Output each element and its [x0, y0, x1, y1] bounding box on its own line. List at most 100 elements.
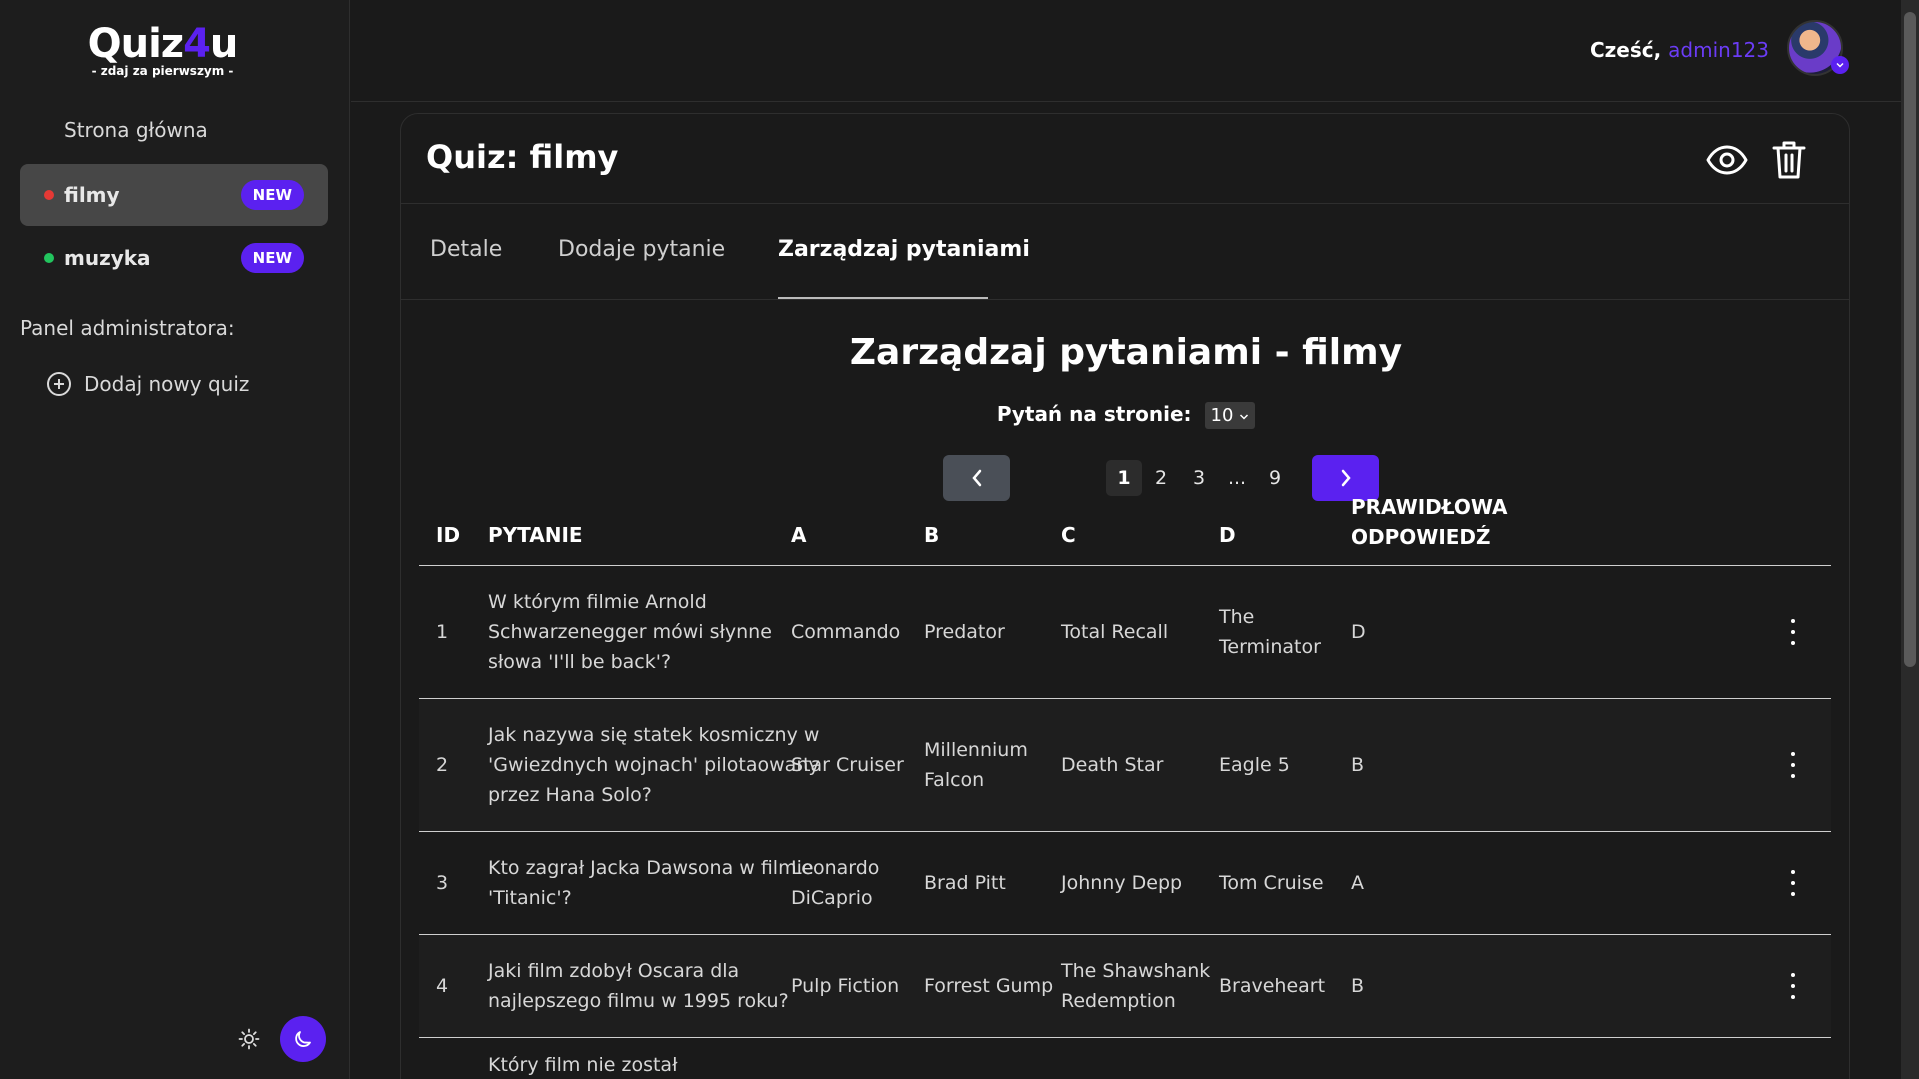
chevron-right-icon	[1341, 469, 1351, 487]
tab-add-question[interactable]: Dodaje pytanie	[558, 237, 725, 262]
cell-correct: B	[1351, 754, 1365, 776]
cell-question: Który film nie został	[488, 1054, 678, 1076]
page-number[interactable]: 3	[1180, 467, 1218, 489]
card-actions	[1705, 138, 1809, 182]
page-number[interactable]: 9	[1256, 467, 1294, 489]
eye-icon[interactable]	[1705, 142, 1749, 178]
section-title: Zarządzaj pytaniami - filmy	[849, 332, 1403, 373]
chevron-down-icon	[1240, 414, 1249, 420]
cell-answer-d: Tom Cruise	[1219, 872, 1324, 894]
cell-answer-b: Forrest Gump	[924, 975, 1054, 997]
chevron-left-icon	[971, 469, 981, 487]
cell-answer-a: Star Cruiser	[791, 754, 904, 776]
col-header-c: C	[1061, 523, 1076, 547]
col-header-question: PYTANIE	[488, 523, 583, 547]
cell-question: Kto zagrał Jacka Dawsona w filmie 'Titani…	[488, 857, 814, 909]
add-quiz-link[interactable]: Dodaj nowy quiz	[46, 371, 249, 397]
tab-details[interactable]: Detale	[430, 237, 502, 262]
admin-panel-heading: Panel administratora:	[20, 316, 235, 340]
cell-correct: A	[1351, 872, 1364, 894]
page-number[interactable]: 1	[1106, 460, 1142, 496]
quiz-card: Quiz: filmy Detale Dodaje pytanie Zarząd…	[400, 113, 1850, 1079]
nav-home-link[interactable]: Strona główna	[64, 118, 208, 142]
table-row[interactable]: Który film nie został	[419, 1038, 1831, 1079]
sidebar-item-label: filmy	[64, 183, 120, 207]
table-row[interactable]: 4 Jaki film zdobył Oscara dla najlepszego …	[419, 935, 1831, 1038]
tab-manage-questions[interactable]: Zarządzaj pytaniami	[778, 237, 1030, 262]
cell-answer-a: Commando	[791, 621, 901, 643]
cell-id: 3	[436, 872, 449, 894]
table-body: 1 W którym filmie Arnold Schwarzenegger mó…	[419, 566, 1831, 1079]
top-bar: Cześć, admin123	[351, 0, 1919, 102]
trash-icon[interactable]	[1769, 138, 1809, 182]
page-title: Quiz: filmy	[426, 138, 619, 176]
cell-answer-c: Death Star	[1061, 754, 1164, 776]
status-dot	[44, 253, 54, 263]
moon-icon[interactable]	[280, 1016, 326, 1062]
page-ellipsis: ...	[1227, 467, 1247, 489]
sun-icon[interactable]	[236, 1026, 262, 1052]
sidebar: Quiz4u - zdaj za pierwszym - Strona głów…	[0, 0, 350, 1079]
kebab-menu-icon[interactable]	[1783, 752, 1803, 778]
sidebar-item-muzyka[interactable]: muzyka NEW	[20, 227, 328, 289]
logo-tagline: - zdaj za pierwszym -	[91, 64, 234, 78]
per-page-value: 10	[1210, 405, 1234, 426]
cell-answer-b: Predator	[924, 621, 1005, 643]
page-number[interactable]: 2	[1142, 467, 1180, 489]
table-header: ID PYTANIE A B C D PRAWIDŁOWA ODPOWIEDŹ	[419, 495, 1831, 566]
per-page-label: Pytań na stronie:	[996, 402, 1192, 426]
cell-correct: B	[1351, 975, 1365, 997]
col-header-a: A	[791, 523, 807, 547]
cell-id: 2	[436, 754, 449, 776]
status-dot	[44, 190, 54, 200]
cell-answer-d: Eagle 5	[1219, 754, 1290, 776]
sidebar-item-label: muzyka	[64, 246, 151, 270]
tab-bar: Detale Dodaje pytanie Zarządzaj pytaniam…	[401, 204, 1849, 300]
logo[interactable]: Quiz4u - zdaj za pierwszym -	[0, 22, 325, 78]
table-row[interactable]: 1 W którym filmie Arnold Schwarzenegger mó…	[419, 566, 1831, 699]
card-header: Quiz: filmy	[401, 114, 1849, 204]
cell-question: Jak nazywa się statek kosmiczny w 'Gwiezd…	[488, 724, 820, 806]
cell-question: W którym filmie Arnold Schwarzenegger mów…	[488, 591, 772, 673]
chevron-down-icon[interactable]	[1831, 56, 1849, 74]
col-header-b: B	[924, 523, 940, 547]
per-page-select[interactable]: 10	[1204, 402, 1256, 429]
per-page-control: Pytań na stronie: 10	[401, 402, 1851, 429]
cell-correct: D	[1351, 621, 1366, 643]
cell-answer-b: Millennium Falcon	[924, 739, 1028, 791]
cell-answer-c: The Shawshank Redemption	[1061, 960, 1211, 1012]
page-scrollbar[interactable]	[1901, 0, 1919, 1079]
plus-circle-icon	[47, 372, 71, 396]
cell-answer-d: Braveheart	[1219, 975, 1326, 997]
add-quiz-label: Dodaj nowy quiz	[84, 372, 250, 396]
cell-id: 1	[436, 621, 449, 643]
theme-toggle[interactable]	[236, 1016, 326, 1062]
kebab-menu-icon[interactable]	[1783, 619, 1803, 645]
prev-page-button[interactable]	[943, 455, 1010, 501]
table-row[interactable]: 2 Jak nazywa się statek kosmiczny w 'Gwiez…	[419, 699, 1831, 832]
username-link[interactable]: admin123	[1668, 38, 1769, 62]
kebab-menu-icon[interactable]	[1783, 870, 1803, 896]
page-numbers: 1 2 3 ... 9	[1106, 460, 1294, 496]
table-row[interactable]: 3 Kto zagrał Jacka Dawsona w filmie 'Titan…	[419, 832, 1831, 935]
col-header-d: D	[1219, 523, 1236, 547]
logo-title: Quiz4u	[87, 21, 239, 67]
sidebar-item-filmy[interactable]: filmy NEW	[20, 164, 328, 226]
col-header-id: ID	[436, 523, 461, 547]
questions-table: ID PYTANIE A B C D PRAWIDŁOWA ODPOWIEDŹ 1…	[419, 495, 1831, 1079]
greeting-text: Cześć,	[1589, 38, 1662, 62]
scrollbar-thumb[interactable]	[1904, 12, 1916, 667]
new-badge: NEW	[240, 243, 304, 273]
cell-answer-b: Brad Pitt	[924, 872, 1006, 894]
cell-answer-a: Leonardo DiCaprio	[791, 857, 880, 909]
active-tab-indicator	[778, 297, 988, 299]
cell-question: Jaki film zdobył Oscara dla najlepszego f…	[488, 960, 789, 1012]
cell-answer-d: The Terminator	[1219, 606, 1321, 658]
col-header-correct: PRAWIDŁOWA ODPOWIEDŹ	[1351, 495, 1508, 549]
kebab-menu-icon[interactable]	[1783, 973, 1803, 999]
new-badge: NEW	[240, 180, 304, 210]
cell-answer-a: Pulp Fiction	[791, 975, 900, 997]
greeting: Cześć, admin123	[1590, 38, 1769, 62]
pagination: 1 2 3 ... 9	[943, 455, 1379, 501]
cell-id: 4	[436, 975, 449, 997]
